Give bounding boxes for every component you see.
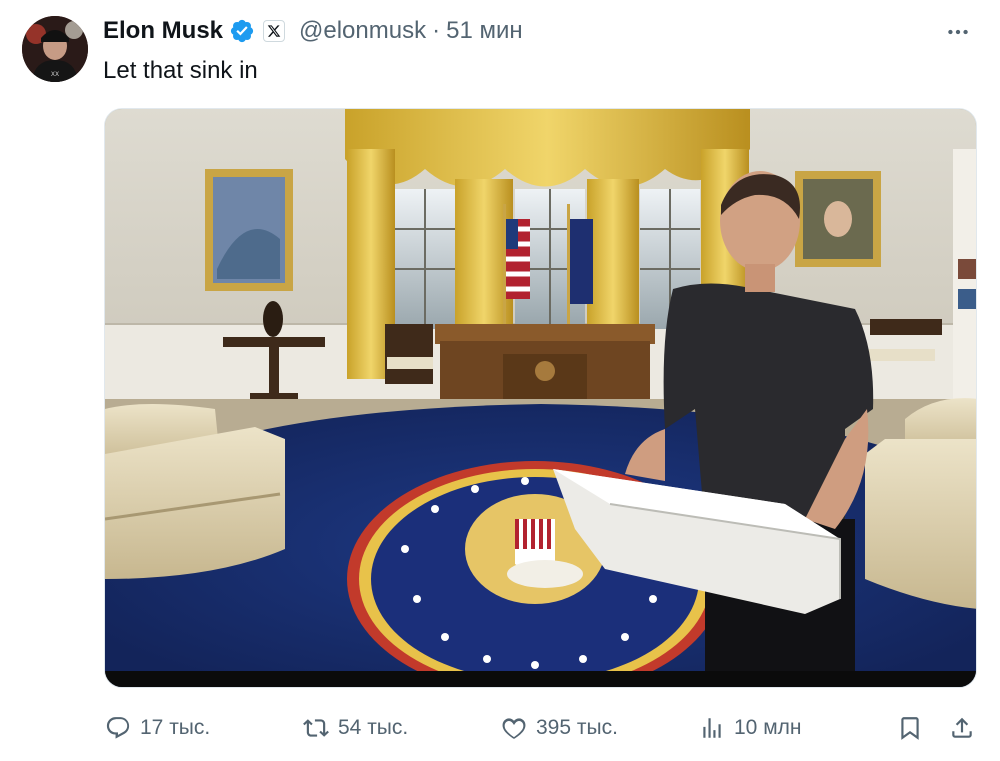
display-name[interactable]: Elon Musk <box>103 17 223 45</box>
tweet-photo[interactable] <box>104 108 977 688</box>
author-handle[interactable]: @elonmusk <box>299 17 426 45</box>
avatar[interactable]: XX <box>22 16 88 82</box>
more-dots-icon[interactable] <box>938 12 978 52</box>
repost-button[interactable]: 54 тыс. <box>302 708 408 748</box>
share-upload-icon <box>948 714 976 742</box>
tweet-text: Let that sink in <box>103 57 258 84</box>
reply-count: 17 тыс. <box>140 716 211 739</box>
x-logo-icon[interactable] <box>263 20 286 42</box>
bookmark-icon <box>896 714 924 742</box>
reply-bubble-icon <box>104 714 132 742</box>
views-count: 10 млн <box>734 716 802 739</box>
like-count: 395 тыс. <box>536 716 618 739</box>
heart-icon <box>500 714 528 742</box>
action-bar: 17 тыс. 54 тыс. 395 тыс. 10 млн <box>0 708 1000 748</box>
verified-badge-icon[interactable] <box>229 18 255 44</box>
views-bars-icon <box>698 714 726 742</box>
like-button[interactable]: 395 тыс. <box>500 708 618 748</box>
reply-button[interactable]: 17 тыс. <box>104 708 210 748</box>
repost-arrows-icon <box>302 714 330 742</box>
separator-dot: · <box>432 17 441 44</box>
views-button[interactable]: 10 млн <box>698 708 801 748</box>
tweet-header: Elon Musk @elonmusk · 51 мин <box>103 12 523 50</box>
repost-count: 54 тыс. <box>338 716 409 739</box>
bookmark-button[interactable] <box>896 708 924 748</box>
svg-text:XX: XX <box>51 71 59 78</box>
timestamp[interactable]: 51 мин <box>446 17 523 45</box>
tweet-card: XX Elon Musk @elonmusk · 51 мин Let that… <box>0 0 1000 761</box>
share-button[interactable] <box>948 708 976 748</box>
